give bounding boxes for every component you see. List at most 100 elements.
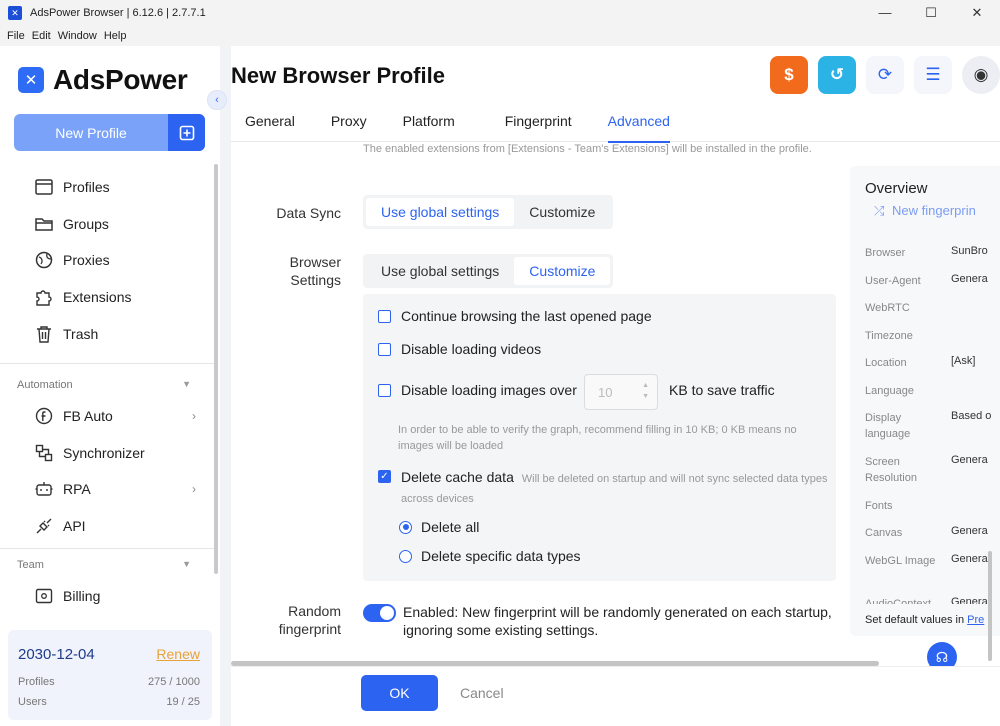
- overview-key: Browser: [865, 247, 906, 259]
- new-fingerprint-button[interactable]: ⤮ New fingerprin: [874, 203, 976, 219]
- random-fingerprint-label-line1: Random: [288, 603, 341, 619]
- sidebar-item-groups[interactable]: Groups: [34, 213, 204, 235]
- chevron-right-icon: ›: [192, 409, 196, 423]
- disable-images-checkbox[interactable]: Disable loading images over: [378, 382, 577, 398]
- sidebar-item-rpa[interactable]: RPA ›: [34, 478, 204, 500]
- preferences-link[interactable]: Pre: [967, 614, 984, 626]
- sidebar-scrollbar[interactable]: [214, 164, 218, 574]
- menu-window[interactable]: Window: [58, 30, 97, 42]
- user-avatar[interactable]: ◉: [962, 56, 1000, 94]
- sidebar-item-api[interactable]: API: [34, 515, 204, 537]
- automation-section-header[interactable]: Automation ▼: [17, 379, 197, 391]
- random-fingerprint-toggle[interactable]: [363, 604, 396, 622]
- sidebar-item-synchronizer[interactable]: Synchronizer: [34, 442, 204, 464]
- continue-browsing-checkbox[interactable]: Continue browsing the last opened page: [378, 308, 652, 324]
- overview-key: AudioContext: [865, 598, 932, 604]
- overview-key: Fonts: [865, 500, 893, 512]
- browser-settings-global-option[interactable]: Use global settings: [366, 257, 514, 285]
- task-list-button[interactable]: ☰: [914, 56, 952, 94]
- sidebar-item-billing[interactable]: Billing: [34, 585, 204, 607]
- browser-settings-label: Browser Settings: [231, 253, 341, 289]
- maximize-button[interactable]: ☐: [908, 0, 954, 26]
- new-profile-button[interactable]: New Profile: [14, 114, 168, 151]
- browser-settings-customize-option[interactable]: Customize: [514, 257, 611, 285]
- close-button[interactable]: ✕: [954, 0, 1000, 26]
- overview-value: Genera: [951, 596, 988, 604]
- expiry-date: 2030-12-04: [18, 646, 95, 663]
- random-fingerprint-label-line2: fingerprint: [278, 621, 341, 637]
- delete-cache-checkbox[interactable]: ✓ Delete cache data Will be deleted on s…: [378, 468, 831, 508]
- sidebar-item-trash[interactable]: Trash: [34, 323, 204, 345]
- image-kb-hint: In order to be able to verify the graph,…: [398, 424, 797, 452]
- overview-key: Language: [865, 385, 914, 397]
- sidebar-item-profiles[interactable]: Profiles: [34, 176, 204, 198]
- form-footer: OK Cancel: [231, 666, 1000, 726]
- overview-key: Timezone: [865, 330, 913, 342]
- tab-general[interactable]: General: [231, 100, 309, 142]
- overview-value: Based o: [951, 410, 992, 422]
- billing-icon: [34, 586, 54, 606]
- menu-file[interactable]: File: [7, 30, 25, 42]
- continue-browsing-label: Continue browsing the last opened page: [401, 308, 652, 324]
- sidebar: ✕ AdsPower New Profile Profiles Groups P…: [0, 46, 220, 726]
- checkbox-icon: [378, 383, 391, 397]
- sync-upload-button[interactable]: ⟳: [866, 56, 904, 94]
- team-section-header[interactable]: Team ▼: [17, 559, 197, 571]
- data-sync-label: Data Sync: [276, 205, 341, 221]
- disable-videos-label: Disable loading videos: [401, 341, 542, 357]
- minimize-button[interactable]: —: [862, 0, 908, 26]
- delete-cache-label: Delete cache data: [401, 469, 514, 485]
- disable-videos-checkbox[interactable]: Disable loading videos: [378, 341, 541, 357]
- stepper-arrows-icon[interactable]: ▲ ▼: [642, 380, 649, 402]
- overview-value: Genera: [951, 454, 988, 466]
- image-kb-suffix: KB to save traffic: [669, 382, 775, 398]
- profile-tabs: General Proxy Platform Fingerprint Advan…: [231, 100, 1000, 143]
- profiles-icon: [34, 177, 54, 197]
- batch-add-button[interactable]: [168, 114, 205, 151]
- overview-value: Genera: [951, 553, 988, 565]
- renew-link[interactable]: Renew: [156, 646, 200, 662]
- sidebar-item-label: Proxies: [63, 252, 110, 268]
- menu-bar: File Edit Window Help: [0, 26, 1000, 46]
- cancel-button[interactable]: Cancel: [460, 675, 504, 711]
- image-kb-input[interactable]: 10 ▲ ▼: [584, 374, 658, 410]
- adspower-logo-icon: ✕: [18, 67, 44, 93]
- page-title: New Browser Profile: [231, 63, 445, 88]
- profiles-usage-label: Profiles: [18, 676, 55, 688]
- tab-proxy[interactable]: Proxy: [317, 100, 381, 142]
- users-usage-value: 19 / 25: [166, 696, 200, 708]
- puzzle-icon: [34, 287, 54, 307]
- delete-all-radio[interactable]: Delete all: [399, 519, 479, 535]
- window-title: AdsPower Browser | 6.12.6 | 2.7.7.1: [30, 7, 206, 19]
- sidebar-item-label: Profiles: [63, 179, 110, 195]
- sidebar-item-label: FB Auto: [63, 408, 113, 424]
- coin-reward-button[interactable]: $: [770, 56, 808, 94]
- tab-fingerprint[interactable]: Fingerprint: [491, 100, 586, 142]
- brand-name: AdsPower: [53, 64, 188, 95]
- menu-help[interactable]: Help: [104, 30, 127, 42]
- image-kb-value: 10: [598, 384, 613, 400]
- caret-down-icon: ▼: [182, 379, 191, 389]
- sidebar-item-fb-auto[interactable]: FB Auto ›: [34, 405, 204, 427]
- delete-specific-radio[interactable]: Delete specific data types: [399, 548, 581, 564]
- chat-app-button[interactable]: ↺: [818, 56, 856, 94]
- avatar-icon: ◉: [973, 65, 989, 84]
- sidebar-item-label: Extensions: [63, 289, 132, 305]
- overview-key: WebRTC: [865, 302, 910, 314]
- ok-button[interactable]: OK: [361, 675, 438, 711]
- title-bar: ✕ AdsPower Browser | 6.12.6 | 2.7.7.1 — …: [0, 0, 1000, 26]
- sidebar-item-proxies[interactable]: Proxies: [34, 249, 204, 271]
- collapse-sidebar-button[interactable]: ‹: [207, 90, 227, 110]
- tab-advanced[interactable]: Advanced: [594, 100, 684, 143]
- sidebar-item-extensions[interactable]: Extensions: [34, 286, 204, 308]
- sync-icon: [34, 443, 54, 463]
- data-sync-customize-option[interactable]: Customize: [514, 198, 610, 226]
- menu-edit[interactable]: Edit: [32, 30, 51, 42]
- main-vertical-scrollbar[interactable]: [988, 551, 992, 661]
- checkbox-checked-icon: ✓: [378, 470, 391, 483]
- data-sync-global-option[interactable]: Use global settings: [366, 198, 515, 226]
- checkbox-icon: [378, 342, 391, 356]
- api-icon: [34, 516, 54, 536]
- tab-platform[interactable]: Platform: [389, 100, 469, 142]
- headset-icon: ☊: [935, 648, 949, 665]
